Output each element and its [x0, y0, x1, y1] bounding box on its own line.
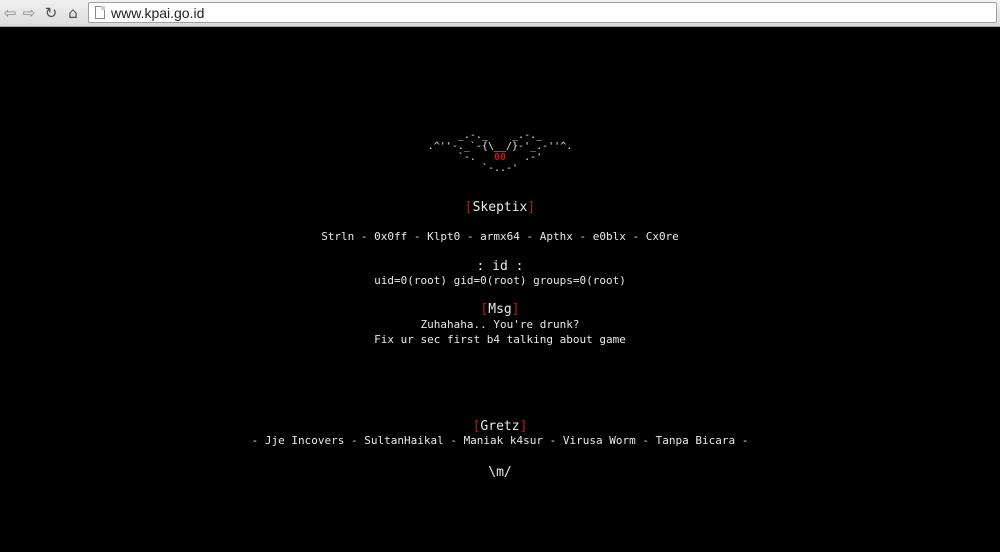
url-text[interactable]: www.kpai.go.id: [111, 4, 204, 22]
id-label: : id :: [476, 259, 524, 274]
page-content: _.-._ _.-._ .^''-._`-{\__/}-'_.-''^. `-.…: [0, 28, 1000, 552]
team-name: Skeptix: [472, 200, 528, 215]
ascii-art-left: `-.: [457, 152, 476, 163]
id-value: uid=0(root) gid=0(root) groups=0(root): [374, 274, 626, 287]
bracket-close: ]: [519, 419, 528, 434]
ascii-art-line-1: _.-._ _.-._: [457, 130, 543, 141]
gretz-names: - Jje Incovers - SultanHaikal - Maniak k…: [251, 434, 749, 447]
ascii-art-eyes: 00: [493, 152, 507, 163]
gretz-label: Gretz: [480, 419, 520, 434]
msg-line-2: Fix ur sec first b4 talking about game: [374, 333, 626, 346]
team-title: [Skeptix]: [0, 200, 1000, 215]
signoff: \m/: [488, 465, 512, 480]
bracket-close: ]: [511, 302, 520, 317]
back-arrow-icon[interactable]: ⇦: [0, 3, 20, 23]
reload-icon[interactable]: ↻: [41, 3, 61, 23]
forward-arrow-icon[interactable]: ⇨: [19, 3, 39, 23]
page-icon: [95, 6, 105, 19]
msg-label: Msg: [488, 302, 512, 317]
members-list: Strln - 0x0ff - Klpt0 - armx64 - Apthx -…: [321, 230, 679, 243]
ascii-art-line-3: `-. 00 .-': [0, 152, 1000, 163]
ascii-art-line-2: .^''-._`-{\__/}-'_.-''^.: [427, 141, 573, 152]
home-icon[interactable]: ⌂: [63, 3, 83, 23]
msg-line-1: Zuhahaha.. You're drunk?: [420, 318, 580, 331]
gretz-title: [Gretz]: [0, 419, 1000, 434]
bracket-close: ]: [527, 200, 536, 215]
browser-toolbar: ⇦ ⇨ ↻ ⌂ www.kpai.go.id: [0, 0, 1000, 27]
address-bar[interactable]: www.kpai.go.id: [88, 2, 997, 23]
msg-title: [Msg]: [0, 302, 1000, 317]
bracket-open: [: [464, 200, 473, 215]
ascii-art-right: .-': [524, 152, 543, 163]
ascii-art-line-4: `-..-': [481, 163, 519, 174]
